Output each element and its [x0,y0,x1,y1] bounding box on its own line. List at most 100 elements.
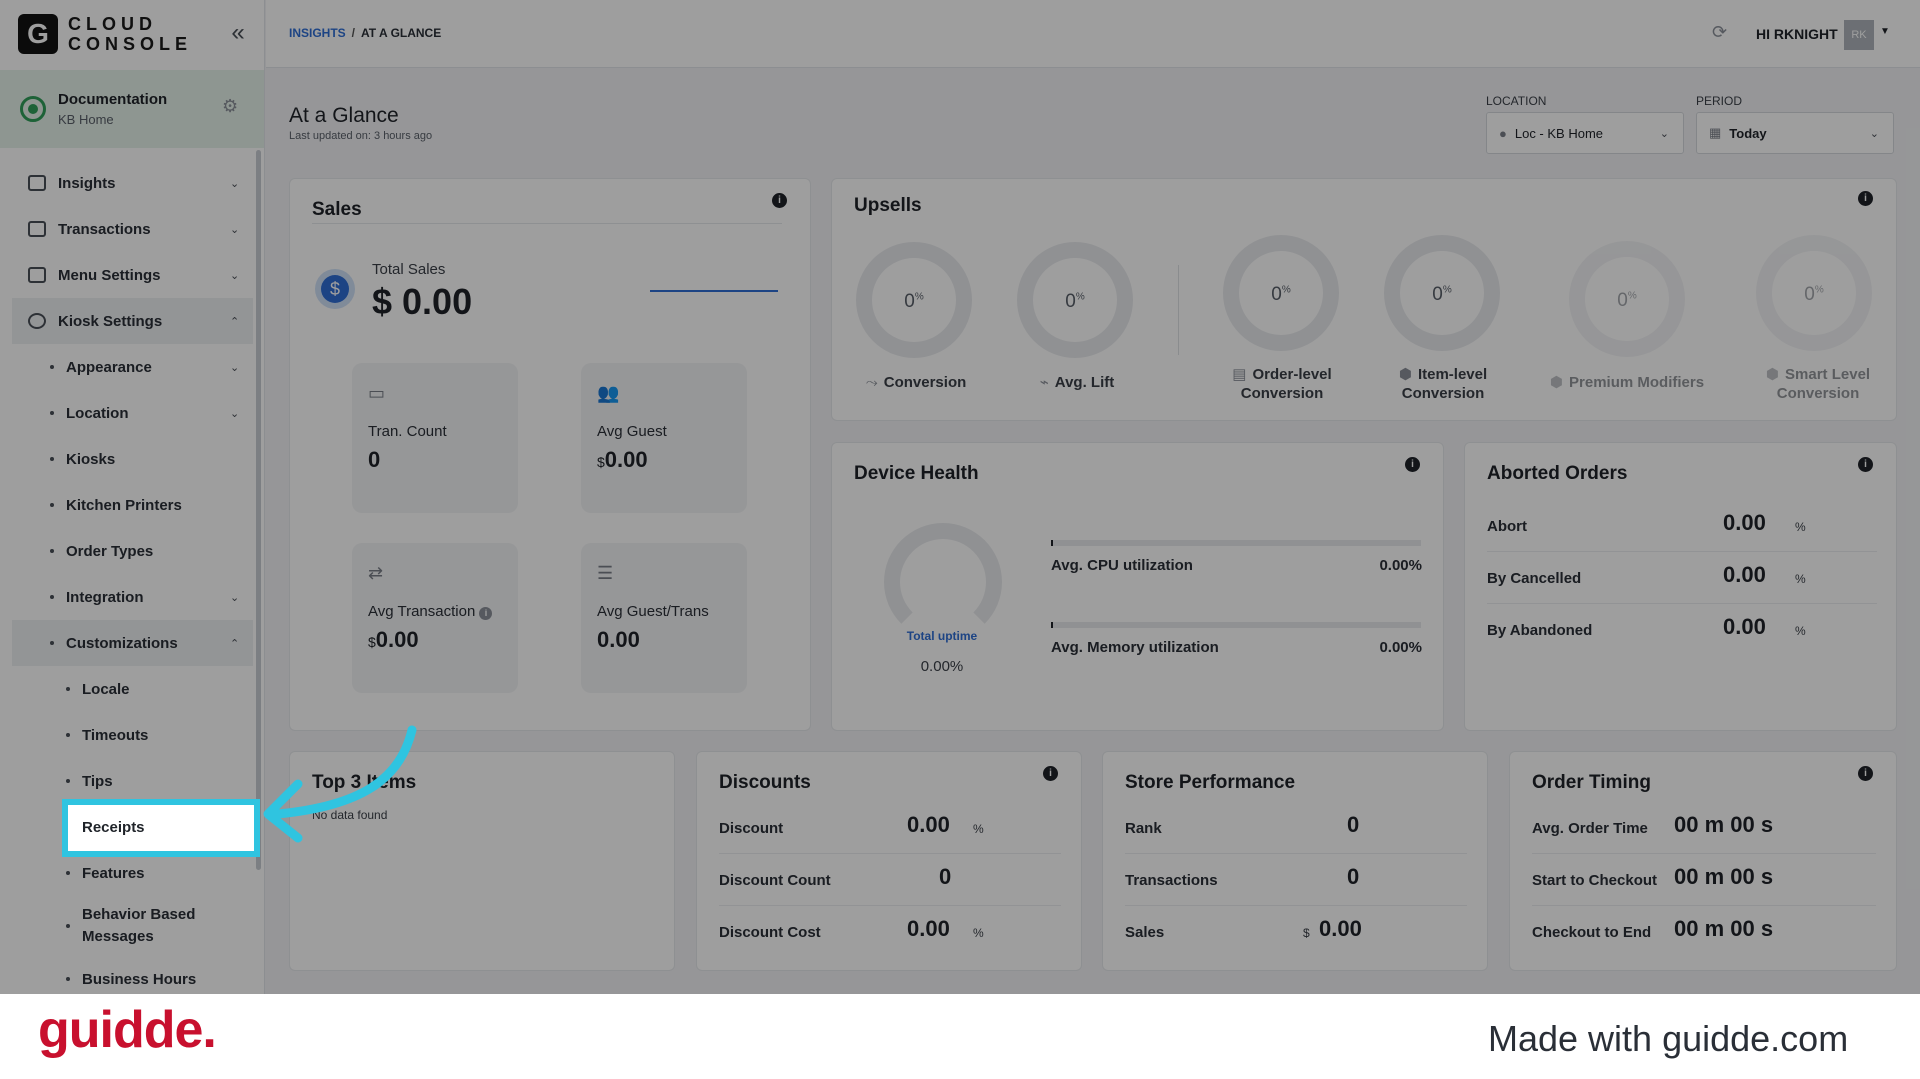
store-performance-title: Store Performance [1125,772,1296,793]
info-icon[interactable]: i [479,607,493,620]
sidebar-item-locale[interactable]: Locale [0,666,264,712]
sidebar-item-customizations[interactable]: Customizations ⌃ [12,620,253,666]
user-greeting[interactable]: HI RKNIGHT [1756,26,1838,42]
discounts-card: Discounts i Discount 0.00% Discount Count… [696,751,1082,971]
chevron-down-icon: ⌄ [1659,127,1669,140]
org-switcher[interactable]: Documentation KB Home ⚙ [0,70,264,148]
location-pin-icon [20,96,46,122]
sales-card: Sales i $ Total Sales $ 0.00 ▭ Tran. Cou… [289,178,811,731]
stat-row: Rank 0 [1125,802,1467,854]
stat-row: Start to Checkout 00 m 00 s [1532,854,1876,906]
users-icon: 👥 [597,383,620,403]
sidebar-item-kitchen-printers[interactable]: Kitchen Printers [0,482,264,528]
receipt-icon: ▤ [1232,366,1247,383]
sidebar-item-behavior-based-messages[interactable]: Behavior Based Messages [0,896,264,956]
info-icon[interactable]: i [1858,191,1873,206]
aborted-orders-card: Aborted Orders i Abort 0.00% By Cancelled… [1464,442,1897,731]
sidebar-item-order-types[interactable]: Order Types [0,528,264,574]
stat-row: Avg. Order Time 00 m 00 s [1532,802,1876,854]
chevron-down-icon: ⌄ [230,361,240,374]
cpu-bar [1051,540,1421,546]
transactions-icon [28,221,46,237]
sidebar-item-kiosk-settings[interactable]: Kiosk Settings ⌃ [12,298,253,344]
topbar: INSIGHTS / AT A GLANCE ⟳ HI RKNIGHT RK ▼ [266,0,1920,68]
uptime-label: Total uptime [906,629,978,643]
cog-icon [28,313,46,329]
pointer-arrow-icon [263,725,417,843]
info-icon[interactable]: i [772,193,787,208]
chevron-down-icon: ⌄ [230,269,240,282]
calendar-icon: ▦ [1709,125,1722,140]
stat-row: Discount Count 0 [719,854,1061,906]
aborted-orders-title: Aborted Orders [1487,463,1628,484]
sidebar-item-insights[interactable]: Insights ⌄ [0,160,264,206]
stat-row: Sales $0.00 [1125,916,1362,941]
made-with-text[interactable]: Made with guidde.com [1488,1018,1848,1060]
chevron-down-icon: ⌄ [230,223,240,236]
menu-settings-icon [28,267,46,283]
upsells-card: Upsells i 0% ⤳ Conversion 0% ⌁ Avg. Lift 0… [831,178,1897,421]
sidebar-item-transactions[interactable]: Transactions ⌄ [0,206,264,252]
uptime-value: 0.00% [920,658,964,675]
period-select[interactable]: ▦ Today ⌄ [1696,112,1894,154]
breadcrumb-insights-link[interactable]: INSIGHTS [289,26,346,40]
sidebar-item-menu-settings[interactable]: Menu Settings ⌄ [0,252,264,298]
location-select[interactable]: ● Loc - KB Home ⌄ [1486,112,1684,154]
avg-guest-trans-tile: ☰ Avg Guest/Trans 0.00 [581,543,747,693]
caret-down-icon[interactable]: ▼ [1880,26,1890,37]
sidebar-item-timeouts[interactable]: Timeouts [0,712,264,758]
collapse-sidebar-icon[interactable]: « [226,21,250,46]
insights-icon [28,175,46,191]
upsells-title: Upsells [854,195,922,216]
box-icon: ⬢ [1398,366,1412,383]
cpu-label: Avg. CPU utilization [1051,557,1193,574]
sidebar-item-location[interactable]: Location ⌄ [0,390,264,436]
info-icon[interactable]: i [1405,457,1420,472]
total-sales-label: Total Sales [372,261,446,278]
uptime-gauge [884,523,1002,641]
breadcrumb: INSIGHTS / AT A GLANCE [289,26,442,40]
sidebar-item-kiosks[interactable]: Kiosks [0,436,264,482]
avg-guest-tile: 👥 Avg Guest $0.00 [581,363,747,513]
order-timing-card: Order Timing i Avg. Order Time 00 m 00 s … [1509,751,1897,971]
sidebar-item-tips[interactable]: Tips [0,758,264,804]
counter-icon: ▭ [368,383,386,403]
logo-mark: G [18,14,58,54]
chevron-down-icon: ⌄ [230,177,240,190]
period-filter-label: PERIOD [1696,94,1743,108]
stat-row: By Cancelled 0.00% [1487,552,1877,604]
sidebar-item-receipts[interactable]: Receipts [62,799,260,857]
order-timing-title: Order Timing [1532,772,1651,793]
location-pin-icon: ● [1499,125,1507,141]
memory-label: Avg. Memory utilization [1051,639,1219,656]
logo-text: CLOUD CONSOLE [68,14,193,54]
guidde-logo[interactable]: guidde. [38,1000,217,1060]
stat-row: Discount 0.00% [719,802,1061,854]
conversion-icon: ⤳ [865,374,878,391]
logo[interactable]: G CLOUD CONSOLE [18,14,192,54]
gear-icon[interactable]: ⚙ [222,96,238,117]
memory-bar [1051,622,1421,628]
info-icon[interactable]: i [1858,766,1873,781]
box-icon: ⬢ [1765,366,1780,383]
sidebar-item-integration[interactable]: Integration ⌄ [0,574,264,620]
discounts-title: Discounts [719,772,811,793]
sidebar-item-appearance[interactable]: Appearance ⌄ [0,344,264,390]
info-icon[interactable]: i [1043,766,1058,781]
lift-icon: ⌁ [1039,374,1049,391]
sales-title: Sales [312,199,362,220]
exchange-icon: ⇄ [368,563,384,583]
total-sales-value: $ 0.00 [372,281,473,322]
sidebar-item-label: Receipts [82,819,145,836]
chevron-up-icon: ⌃ [230,315,240,328]
stat-row: Abort 0.00% [1487,500,1877,552]
refresh-icon[interactable]: ⟳ [1712,22,1727,43]
avatar[interactable]: RK [1844,20,1874,50]
memory-value: 0.00% [1379,639,1422,656]
tran-count-tile: ▭ Tran. Count 0 [352,363,518,513]
device-health-title: Device Health [854,463,979,484]
org-name: Documentation [58,91,168,108]
dollar-icon: $ [315,269,355,309]
sidebar-item-business-hours[interactable]: Business Hours [0,956,264,994]
info-icon[interactable]: i [1858,457,1873,472]
